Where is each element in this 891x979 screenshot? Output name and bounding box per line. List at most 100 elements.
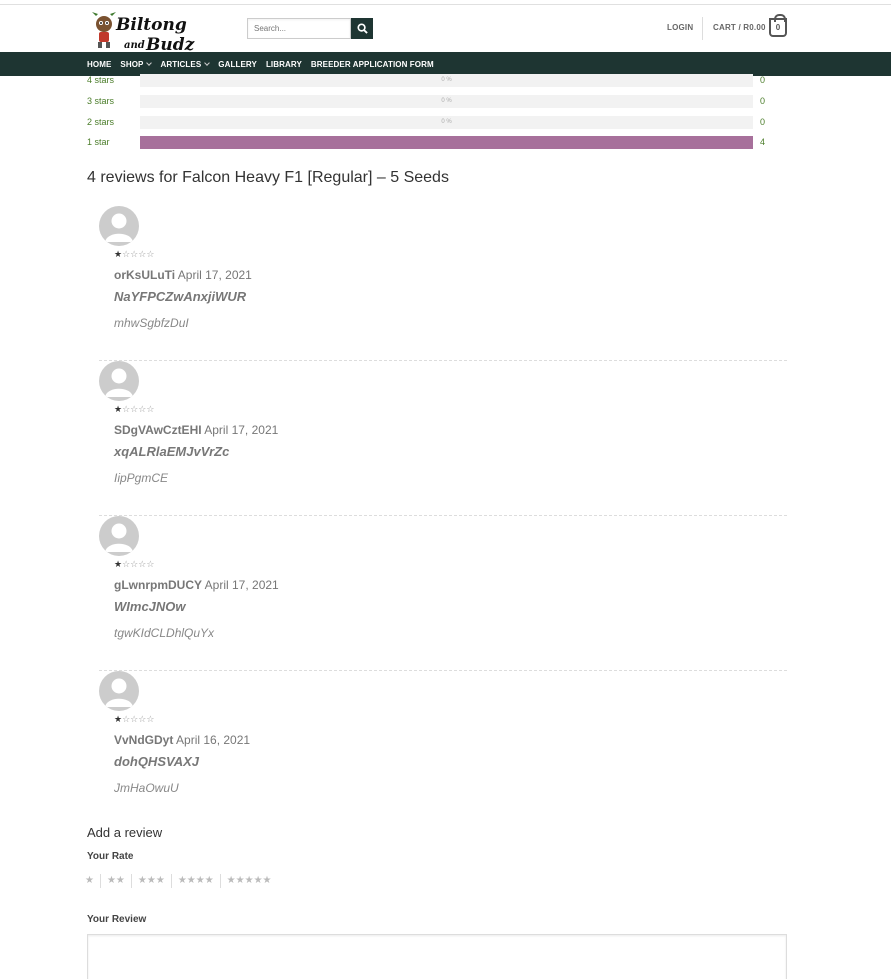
rating-row-1-star: 1 star 4 bbox=[87, 135, 787, 149]
nav-item-home[interactable]: HOME bbox=[87, 60, 111, 69]
star-empty-icon: ☆ bbox=[146, 405, 155, 415]
rating-label[interactable]: 2 stars bbox=[87, 115, 114, 129]
star-filled-icon: ★ bbox=[114, 250, 123, 260]
user-icon bbox=[105, 213, 133, 242]
review-title: dohQHSVAXJ bbox=[114, 754, 199, 769]
search-icon bbox=[356, 23, 368, 34]
review-text: JmHaOwuU bbox=[114, 781, 179, 795]
review-meta: SDgVAwCztEHI April 17, 2021 bbox=[114, 423, 278, 437]
star-empty-icon: ☆ bbox=[146, 560, 155, 570]
star-empty-icon: ☆ bbox=[122, 715, 131, 725]
rate-option-5-stars[interactable]: ★★★★★ bbox=[219, 874, 278, 888]
user-icon bbox=[105, 368, 133, 397]
search-button[interactable] bbox=[351, 18, 373, 39]
review-author: VvNdGDyt bbox=[114, 733, 174, 747]
rating-percent: 0 % bbox=[441, 119, 452, 125]
review-date: April 17, 2021 bbox=[204, 578, 279, 592]
rate-options: ★ ★★ ★★★ ★★★★ ★★★★★ bbox=[85, 874, 278, 888]
review-date: April 17, 2021 bbox=[177, 268, 252, 282]
cart-link[interactable]: CART / R0.00 bbox=[713, 23, 766, 32]
rating-label[interactable]: 1 star bbox=[87, 135, 110, 149]
review-date: April 17, 2021 bbox=[204, 423, 279, 437]
review-date: April 16, 2021 bbox=[176, 733, 251, 747]
nav-item-label: GALLERY bbox=[218, 59, 257, 69]
review-title: xqALRlaEMJvVrZc bbox=[114, 444, 230, 459]
review-meta: gLwnrpmDUCY April 17, 2021 bbox=[114, 578, 279, 592]
your-rate-label: Your Rate bbox=[87, 851, 134, 862]
add-review-heading: Add a review bbox=[87, 825, 163, 840]
rating-count: 4 bbox=[760, 137, 766, 147]
nav-item-label: BREEDER APPLICATION FORM bbox=[310, 59, 434, 69]
star-empty-icon: ☆ bbox=[122, 405, 131, 415]
star-empty-icon: ☆ bbox=[122, 250, 131, 260]
rating-row-3-stars: 3 stars 0 % 0 bbox=[87, 94, 787, 108]
nav-item-label: SHOP bbox=[120, 59, 144, 69]
chevron-down-icon bbox=[204, 59, 211, 66]
star-rating: ★☆☆☆☆ bbox=[114, 560, 154, 570]
nav-item-library[interactable]: LIBRARY bbox=[266, 60, 302, 69]
rating-count: 0 bbox=[760, 96, 766, 106]
review-meta: VvNdGDyt April 16, 2021 bbox=[114, 733, 250, 747]
svg-text:and: and bbox=[124, 40, 145, 51]
nav-item-breeder-application-form[interactable]: BREEDER APPLICATION FORM bbox=[311, 60, 434, 69]
review-item: ★☆☆☆☆ SDgVAwCztEHI April 17, 2021 xqALRl… bbox=[99, 361, 787, 516]
rating-bar: 0 % bbox=[140, 95, 753, 108]
rating-label[interactable]: 4 stars bbox=[87, 73, 114, 87]
chevron-down-icon bbox=[146, 59, 153, 66]
rating-label[interactable]: 3 stars bbox=[87, 94, 114, 108]
nav-item-label: LIBRARY bbox=[265, 59, 302, 69]
rating-row-4-stars: 4 stars 0 % 0 bbox=[87, 73, 787, 87]
your-review-label: Your Review bbox=[87, 914, 147, 925]
nav-item-label: HOME bbox=[87, 59, 112, 69]
avatar bbox=[99, 361, 139, 401]
nav-item-gallery[interactable]: GALLERY bbox=[218, 60, 257, 69]
star-rating: ★☆☆☆☆ bbox=[114, 405, 154, 415]
review-text: mhwSgbfzDuI bbox=[114, 316, 189, 330]
login-link[interactable]: LOGIN bbox=[667, 23, 693, 32]
review-author: gLwnrpmDUCY bbox=[114, 578, 202, 592]
user-icon bbox=[105, 678, 133, 707]
rating-percent: 0 % bbox=[441, 98, 452, 104]
review-meta: orKsULuTi April 17, 2021 bbox=[114, 268, 252, 282]
avatar bbox=[99, 516, 139, 556]
site-logo[interactable]: Biltong and Budz bbox=[90, 10, 200, 55]
star-rating: ★☆☆☆☆ bbox=[114, 715, 154, 725]
rating-bar: 0 % bbox=[140, 116, 753, 129]
site-header: Biltong and Budz LOGIN CART / R0.00 0 bbox=[0, 5, 891, 55]
review-textarea[interactable] bbox=[87, 934, 787, 979]
review-author: orKsULuTi bbox=[114, 268, 176, 282]
rating-bar bbox=[140, 136, 753, 149]
nav-item-label: ARTICLES bbox=[160, 59, 202, 69]
nav-item-shop[interactable]: SHOP bbox=[120, 59, 153, 69]
search-input[interactable] bbox=[247, 18, 351, 39]
svg-text:Budz: Budz bbox=[145, 35, 195, 52]
user-icon bbox=[105, 523, 133, 552]
rating-count: 0 bbox=[760, 75, 766, 85]
rate-option-3-stars[interactable]: ★★★ bbox=[130, 874, 171, 888]
star-filled-icon: ★ bbox=[114, 715, 123, 725]
review-text: tgwKIdCLDhlQuYx bbox=[114, 626, 215, 640]
header-divider bbox=[702, 17, 703, 40]
review-item: ★☆☆☆☆ orKsULuTi April 17, 2021 NaYFPCZwA… bbox=[99, 206, 787, 361]
nav-item-articles[interactable]: ARTICLES bbox=[160, 59, 211, 69]
rate-option-4-stars[interactable]: ★★★★ bbox=[170, 874, 220, 888]
cart-count-badge[interactable]: 0 bbox=[769, 14, 787, 37]
svg-text:Biltong: Biltong bbox=[115, 15, 187, 35]
star-empty-icon: ☆ bbox=[146, 250, 155, 260]
search-form bbox=[247, 18, 373, 39]
review-title: WImcJNOw bbox=[114, 599, 186, 614]
rating-bar-fill bbox=[140, 136, 753, 149]
star-filled-icon: ★ bbox=[114, 560, 123, 570]
avatar bbox=[99, 671, 139, 711]
rating-percent: 0 % bbox=[441, 77, 452, 83]
rate-option-1-star[interactable]: ★ bbox=[85, 874, 100, 888]
star-filled-icon: ★ bbox=[114, 405, 123, 415]
review-item: ★☆☆☆☆ gLwnrpmDUCY April 17, 2021 WImcJNO… bbox=[99, 516, 787, 671]
rating-count: 0 bbox=[760, 117, 766, 127]
rate-option-2-stars[interactable]: ★★ bbox=[99, 874, 131, 888]
review-text: IipPgmCE bbox=[114, 471, 169, 485]
review-author: SDgVAwCztEHI bbox=[114, 423, 202, 437]
star-empty-icon: ☆ bbox=[146, 715, 155, 725]
review-title: NaYFPCZwAnxjiWUR bbox=[114, 289, 247, 304]
avatar bbox=[99, 206, 139, 246]
